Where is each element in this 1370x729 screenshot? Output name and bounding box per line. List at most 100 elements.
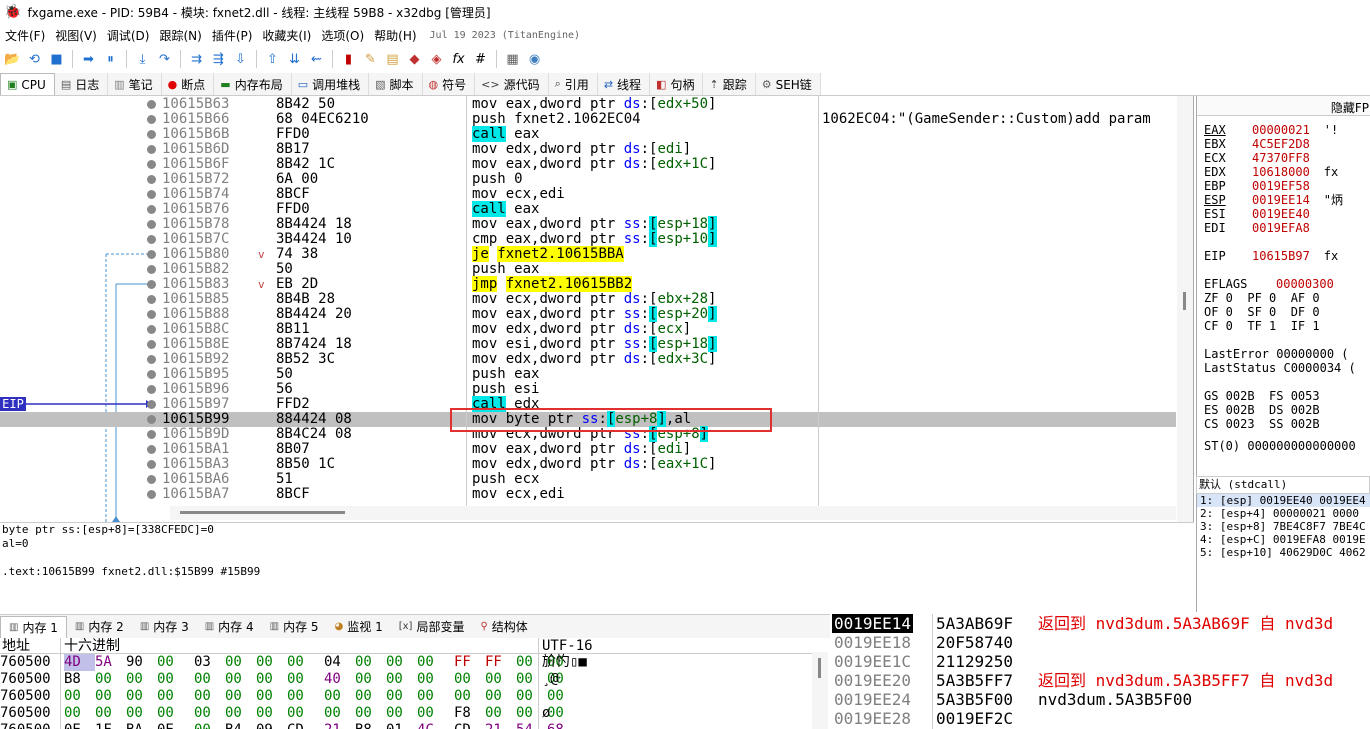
stack-row[interactable]: 0019EE24 5A3B5F00 nvd3dum.5A3B5F00: [830, 690, 1370, 709]
disasm-row[interactable]: 10615B6B FFD0 call eax: [0, 126, 1176, 142]
breakpoint-dot[interactable]: [147, 385, 156, 394]
trace-over-icon[interactable]: ⇶: [208, 49, 229, 70]
breakpoint-dot[interactable]: [147, 400, 156, 409]
menu-item-3[interactable]: 跟踪(N): [154, 27, 206, 44]
breakpoint-dot[interactable]: [147, 370, 156, 379]
flags-line[interactable]: CF 0 TF 1 IF 1: [1204, 319, 1320, 333]
menu-item-0[interactable]: 文件(F): [0, 27, 50, 44]
breakpoint-dot[interactable]: [147, 235, 156, 244]
disasm-row[interactable]: 10615B66 68 04EC6210 push fxnet2.1062EC04 1…: [0, 112, 1176, 127]
comment-icon[interactable]: ▤: [382, 49, 403, 70]
tab-log[interactable]: ▤ 日志: [54, 73, 109, 95]
stack-view[interactable]: 0019EE14 5A3AB69F 返回到 nvd3dum.5A3AB69F 自 n…: [830, 614, 1370, 729]
pause-icon[interactable]: ⏸: [100, 49, 121, 70]
dump-tab-6[interactable]: ◕ 监视 1: [327, 616, 391, 638]
registers-pane[interactable]: 隐藏FP EAX 00000021 '! EBX 4C5EF2D8 ECX 47370FF8…: [1196, 96, 1370, 476]
disasm-row[interactable]: 10615B72 6A 00 push 0: [0, 172, 1176, 187]
call-arguments-pane[interactable]: 1: [esp] 0019EE40 0019EE4 2: [esp+4] 0000…: [1196, 494, 1370, 612]
fpu-st0[interactable]: ST(0) 000000000000000: [1204, 439, 1356, 453]
execute-till-return-icon[interactable]: ⇧: [262, 49, 283, 70]
breakpoint-dot[interactable]: [147, 490, 156, 499]
disasm-row[interactable]: 10615BA7 8BCF mov ecx,edi: [0, 487, 1176, 502]
register-ecx[interactable]: ECX 47370FF8: [1204, 151, 1310, 165]
breakpoint-dot[interactable]: [147, 280, 156, 289]
tab-memory-map[interactable]: ▬ 内存布局: [214, 73, 292, 95]
breakpoint-dot[interactable]: [147, 415, 156, 424]
disasm-row[interactable]: 10615B80 v 74 38 je fxnet2.10615BBA: [0, 246, 1176, 262]
segment-line[interactable]: GS 002B FS 0053: [1204, 389, 1320, 403]
calling-convention-select[interactable]: 默认 (stdcall): [1196, 476, 1370, 494]
plugin-icon[interactable]: ⇜: [306, 49, 327, 70]
register-eip[interactable]: EIP 10615B97 fx: [1204, 249, 1338, 263]
menu-item-5[interactable]: 收藏夹(I): [257, 27, 316, 44]
tab-callstack[interactable]: ▭ 调用堆栈: [291, 73, 370, 95]
disasm-row[interactable]: 10615B95 50 push eax: [0, 367, 1176, 382]
tab-script[interactable]: ▧ 脚本: [369, 73, 423, 95]
call-arg-row[interactable]: 4: [esp+C] 0019EFA8 0019E: [1197, 533, 1370, 546]
disassembly-view[interactable]: EIP 10615B63 8B42 50 mov eax,dword ptr ds:…: [0, 96, 1194, 522]
breakpoint-dot[interactable]: [147, 475, 156, 484]
flags-line[interactable]: OF 0 SF 0 DF 0: [1204, 305, 1320, 319]
tab-trace[interactable]: ⇡ 跟踪: [703, 73, 756, 95]
disasm-row[interactable]: 10615BA6 51 push ecx: [0, 472, 1176, 487]
breakpoint-dot[interactable]: [147, 250, 156, 259]
tab-symbols[interactable]: ◍ 符号: [422, 73, 476, 95]
register-ebp[interactable]: EBP 0019EF58: [1204, 179, 1310, 193]
restart-icon[interactable]: ⟲: [24, 49, 45, 70]
disasm-row[interactable]: 10615B88 8B4424 20 mov eax,dword ptr ss:[e…: [0, 306, 1176, 322]
disasm-row[interactable]: 10615B63 8B42 50 mov eax,dword ptr ds:[edx…: [0, 97, 1176, 112]
breakpoint-dot[interactable]: [147, 340, 156, 349]
call-arg-row[interactable]: 3: [esp+8] 7BE4C8F7 7BE4C: [1197, 520, 1370, 533]
breakpoint-dot[interactable]: [147, 295, 156, 304]
breakpoint-dot[interactable]: [147, 145, 156, 154]
register-esp[interactable]: ESP 0019EE14 "炳: [1204, 193, 1343, 207]
disasm-row[interactable]: 10615B8E 8B7424 18 mov esi,dword ptr ss:[e…: [0, 336, 1176, 352]
patch-icon[interactable]: ✎: [360, 49, 381, 70]
stack-row[interactable]: 0019EE14 5A3AB69F 返回到 nvd3dum.5A3AB69F 自 n…: [830, 614, 1370, 633]
memory-dump-view[interactable]: 地址 十六进制 UTF-16 760500 4D 5A 90 00 03 00 00 00 04 0…: [0, 638, 830, 729]
breakpoint-dot[interactable]: [147, 100, 156, 109]
stack-row[interactable]: 0019EE1C 21129250: [830, 652, 1370, 671]
flags-line[interactable]: ZF 0 PF 0 AF 0: [1204, 291, 1320, 305]
function-icon[interactable]: fx: [448, 49, 469, 70]
disasm-row[interactable]: 10615B6D 8B17 mov edx,dword ptr ds:[edi]: [0, 142, 1176, 157]
menu-item-1[interactable]: 视图(V): [50, 27, 102, 44]
dump-tab-3[interactable]: ▥ 内存 3: [132, 616, 197, 638]
menu-item-7[interactable]: 帮助(H): [369, 27, 421, 44]
disasm-row[interactable]: 10615B74 8BCF mov ecx,edi: [0, 187, 1176, 202]
stack-row[interactable]: 0019EE20 5A3B5FF7 返回到 nvd3dum.5A3B5FF7 自 n…: [830, 671, 1370, 690]
register-eflags[interactable]: EFLAGS 00000300: [1204, 277, 1334, 291]
tab-breakpoint[interactable]: ● 断点: [161, 73, 215, 95]
breakpoint-dot[interactable]: [147, 460, 156, 469]
stack-row[interactable]: 0019EE28 0019EF2C: [830, 709, 1370, 728]
run-to-user-icon[interactable]: ⇩: [230, 49, 251, 70]
tab-references[interactable]: ⌕ 引用: [548, 73, 598, 95]
step-into-icon[interactable]: ⤓: [132, 49, 153, 70]
dump-row[interactable]: 760500 00 00 00 00 00 00 00 00 00 00 00 00 00 00 00 00: [0, 688, 810, 705]
calculator-icon[interactable]: ▦: [502, 49, 523, 70]
dump-tab-8[interactable]: ⚲ 结构体: [472, 616, 535, 638]
menu-item-2[interactable]: 调试(D): [102, 27, 155, 44]
tab-seh[interactable]: ⚙ SEH链: [755, 73, 821, 95]
segment-line[interactable]: ES 002B DS 002B: [1204, 403, 1320, 417]
hash-icon[interactable]: #: [470, 49, 491, 70]
disasm-row[interactable]: 10615B82 50 push eax: [0, 262, 1176, 277]
breakpoint-dot[interactable]: [147, 430, 156, 439]
tab-threads[interactable]: ⇄ 线程: [597, 73, 651, 95]
scylla-icon[interactable]: ▮: [338, 49, 359, 70]
open-icon[interactable]: 📂: [2, 49, 23, 70]
call-arg-row[interactable]: 2: [esp+4] 00000021 0000: [1197, 507, 1370, 520]
dump-tab-2[interactable]: ▥ 内存 2: [67, 616, 132, 638]
dump-scrollbar[interactable]: [812, 652, 828, 729]
breakpoint-dot[interactable]: [147, 205, 156, 214]
dump-tab-5[interactable]: ▥ 内存 5: [262, 616, 327, 638]
dump-row[interactable]: 760500 0E1FBA0E00B409CD21B8014CCD215468 .…: [0, 722, 810, 729]
segment-line[interactable]: CS 0023 SS 002B: [1204, 417, 1320, 431]
breakpoint-dot[interactable]: [147, 130, 156, 139]
menu-item-6[interactable]: 选项(O): [316, 27, 369, 44]
breakpoint-dot[interactable]: [147, 325, 156, 334]
register-esi[interactable]: ESI 0019EE40: [1204, 207, 1310, 221]
hide-fpu-button[interactable]: 隐藏FP: [1197, 96, 1370, 116]
disasm-row[interactable]: 10615B83 v EB 2D jmp fxnet2.10615BB2: [0, 276, 1176, 292]
disasm-row[interactable]: 10615B96 56 push esi: [0, 382, 1176, 397]
